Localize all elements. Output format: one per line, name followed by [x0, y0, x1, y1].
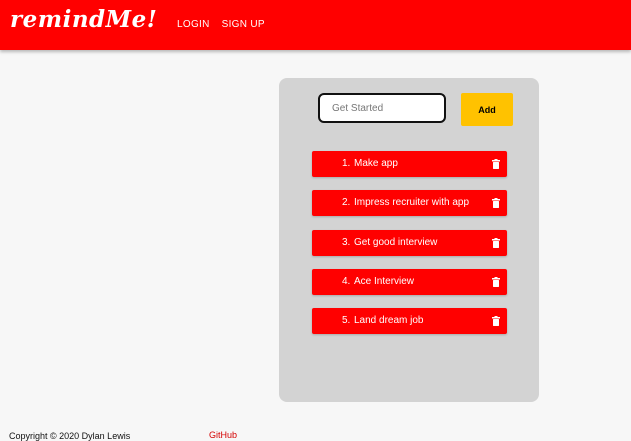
footer-copyright: Copyright © 2020 Dylan Lewis	[9, 431, 131, 441]
task-text: Impress recruiter with app	[354, 197, 470, 209]
task-item[interactable]: 5. Land dream job	[312, 308, 507, 335]
task-text: Get good interview	[354, 236, 438, 248]
add-button[interactable]: Add	[461, 93, 513, 126]
signup-link[interactable]: SIGN UP	[222, 19, 265, 30]
trash-icon[interactable]	[492, 237, 500, 248]
brand-logo[interactable]: remindMe!	[10, 6, 157, 33]
task-text: Make app	[354, 158, 398, 169]
task-number: 3.	[342, 236, 351, 248]
task-text: Ace Interview	[354, 275, 415, 287]
github-link[interactable]: GitHub	[209, 430, 237, 440]
nav-links: LOGIN SIGN UP	[177, 19, 265, 30]
trash-icon[interactable]	[492, 198, 500, 209]
page: remindMe! LOGIN SIGN UP Add 1. Make app …	[0, 0, 631, 441]
login-link[interactable]: LOGIN	[177, 19, 210, 30]
task-input[interactable]	[318, 93, 446, 123]
task-item[interactable]: 1. Make app	[312, 151, 507, 177]
task-number: 2.	[342, 197, 351, 209]
task-number: 4.	[342, 275, 351, 287]
trash-icon[interactable]	[492, 316, 500, 327]
task-number: 5.	[342, 315, 351, 327]
task-item[interactable]: 2. Impress recruiter with app	[312, 190, 507, 217]
navbar: remindMe! LOGIN SIGN UP	[0, 0, 631, 50]
task-number: 1.	[342, 158, 351, 169]
task-text: Land dream job	[354, 315, 424, 327]
task-item[interactable]: 3. Get good interview	[312, 229, 507, 256]
reminder-card: Add 1. Make app 2. Impress recruiter wit…	[279, 78, 539, 402]
trash-icon[interactable]	[492, 159, 500, 169]
trash-icon[interactable]	[492, 276, 500, 287]
task-list: 1. Make app 2. Impress recruiter with ap…	[312, 151, 507, 347]
task-item[interactable]: 4. Ace Interview	[312, 268, 507, 295]
